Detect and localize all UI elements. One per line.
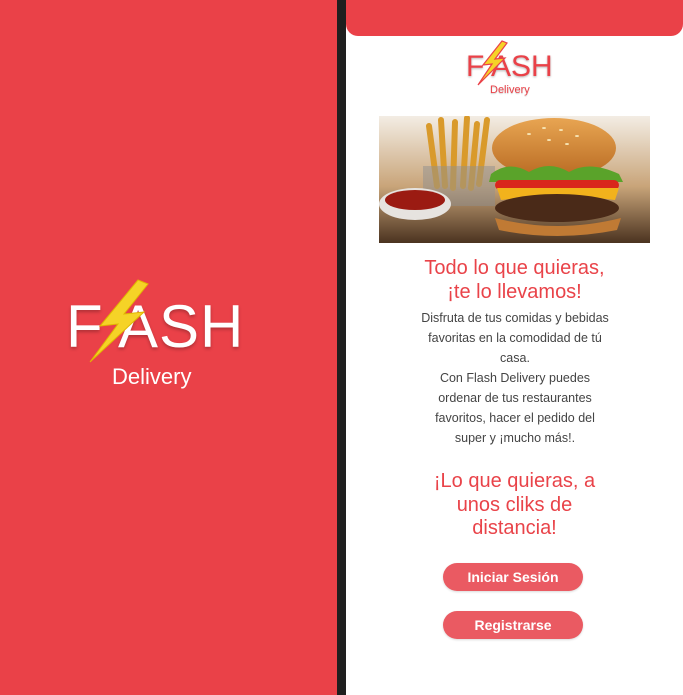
tagline-line: ¡Lo que quieras, a	[433, 470, 596, 492]
description-text: Disfruta de tus comidas y bebidas favori…	[400, 308, 630, 448]
description-line: favoritas en la comodidad de tú	[428, 331, 602, 345]
login-button[interactable]: Iniciar Sesión	[443, 563, 583, 591]
lightning-bolt-icon	[477, 40, 508, 86]
screen-divider	[337, 0, 346, 695]
description-line: favoritos, hacer el pedido del	[435, 411, 595, 425]
lightning-bolt-icon	[89, 279, 149, 363]
headline-line: ¡te lo llevamos!	[447, 281, 582, 303]
description-line: casa.	[500, 351, 530, 365]
splash-screen: F ASH Delivery	[0, 0, 337, 695]
flash-delivery-logo-small: F ASH Delivery	[466, 40, 566, 102]
flash-delivery-logo: F ASH Delivery	[66, 278, 256, 398]
top-bar	[346, 0, 683, 36]
description-line: Con Flash Delivery puedes	[439, 371, 591, 385]
tagline-line: distancia!	[472, 517, 557, 539]
description-line: ordenar de tus restaurantes	[438, 391, 592, 405]
description-line: Disfruta de tus comidas y bebidas	[421, 311, 609, 325]
headline-line: Todo lo que quieras,	[424, 257, 605, 279]
headline: Todo lo que quieras, ¡te lo llevamos!	[346, 256, 683, 304]
tagline-line: unos cliks de	[456, 493, 573, 516]
welcome-screen: F ASH Delivery Todo lo que quieras, ¡te …	[346, 0, 683, 695]
description-line: super y ¡mucho más!.	[454, 431, 576, 445]
burger-hero-image	[379, 116, 650, 243]
tagline: ¡Lo que quieras, a unos cliks de distanc…	[416, 470, 613, 541]
logo-subtitle: Delivery	[490, 84, 530, 96]
logo-subtitle: Delivery	[112, 364, 192, 389]
register-button[interactable]: Registrarse	[443, 611, 583, 639]
